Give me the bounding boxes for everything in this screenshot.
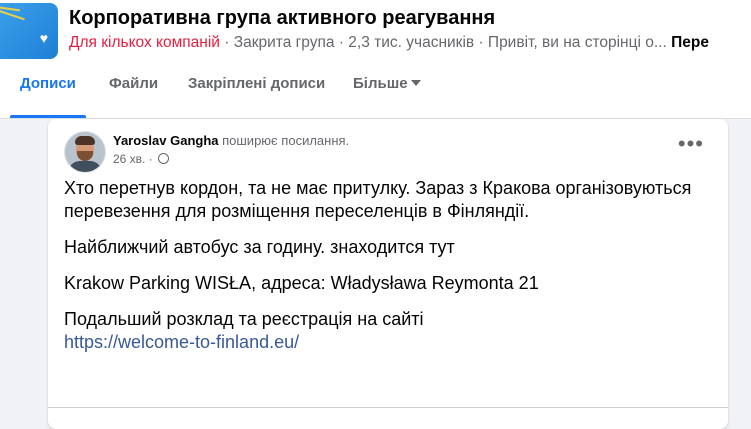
post-card: Yaroslav Gangha поширює посилання. 26 хв… [48,119,728,429]
group-tabs: Дописи Файли Закріплені дописи Більше [0,64,751,118]
group-visit-note: Привіт, ви на сторінці о... [487,34,667,51]
separator: · [334,34,349,51]
group-logo[interactable]: ♥ [0,3,58,59]
post-meta: 26 хв. · [113,152,170,166]
post-menu-button[interactable]: ••• [678,133,704,155]
avatar[interactable] [64,131,106,173]
post-link[interactable]: https://welcome-to-finland.eu/ [64,332,299,352]
post-paragraph: Найближчий автобус за годину. знаходится… [64,237,455,257]
post-paragraph: Хто перетнув кордон, та не має притулку.… [64,178,692,221]
tab-pinned-posts[interactable]: Закріплені дописи [188,64,325,114]
group-members[interactable]: 2,3 тис. учасників [348,34,474,51]
post-text: Хто перетнув кордон, та не має притулку.… [64,177,714,354]
tab-files[interactable]: Файли [109,64,158,114]
tab-more-label: Більше [353,75,408,92]
tab-posts[interactable]: Дописи [10,64,86,118]
group-privacy: Закрита група [233,34,335,51]
post-paragraph: Подальший розклад та реєстрація на сайті [64,309,424,329]
avatar-hair [75,136,95,145]
post-author-line: Yaroslav Gangha поширює посилання. [113,133,349,148]
group-meta: Для кількох компаній · Закрита група · 2… [69,34,751,52]
group-header: ♥ Корпоративна група активного реагуванн… [0,0,751,119]
post-author-name[interactable]: Yaroslav Gangha [113,133,219,148]
globe-icon [158,153,170,165]
post-paragraph: Krakow Parking WISŁA, адреса: Władysława… [64,273,539,293]
link-preview-edge [48,407,728,408]
post-action: поширює посилання. [218,133,350,148]
group-more-link[interactable]: Пере [671,34,709,51]
group-title[interactable]: Корпоративна група активного реагування [69,7,495,30]
avatar-body [68,161,102,172]
post-timestamp[interactable]: 26 хв. [113,152,145,166]
tab-more[interactable]: Більше [353,64,421,114]
separator: · [219,34,234,51]
caret-down-icon [410,80,421,87]
separator: · [145,152,157,166]
separator: · [474,34,488,51]
avatar-beard [77,151,93,161]
heart-icon: ♥ [39,30,48,46]
group-type-badge: Для кількох компаній [69,34,220,51]
logo-ray [0,9,25,21]
